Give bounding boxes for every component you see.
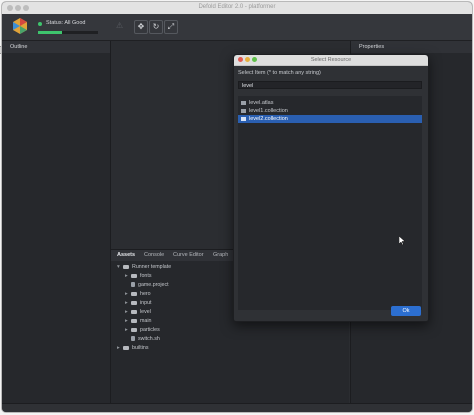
tree-item-label: Runner template (132, 264, 172, 270)
dialog-title-bar: Select Resource (234, 55, 428, 66)
tree-item-label: particles (140, 327, 160, 333)
dialog-instruction: Select Item (* to match any string) (238, 70, 321, 76)
tree-item-label: input (140, 300, 152, 306)
warning-icon[interactable]: ⚠ (116, 21, 125, 30)
status-bar (2, 403, 472, 412)
tree-item-fonts[interactable]: ▸ fonts (125, 272, 245, 281)
tree-item-runner-template[interactable]: ▾ Runner template (117, 263, 237, 272)
folder-icon (131, 327, 137, 332)
collection-icon (241, 108, 246, 113)
progress-fill (38, 31, 62, 34)
result-item-level2-collection[interactable]: level2.collection (238, 115, 422, 123)
folder-icon (131, 300, 137, 305)
mouse-cursor-icon (399, 236, 405, 245)
build-progress-bar (38, 31, 98, 34)
tree-item-input[interactable]: ▸ input (125, 299, 245, 308)
tree-item-switch-sh[interactable]: switch.sh (131, 335, 251, 344)
tree-item-label: switch.sh (138, 336, 160, 342)
window-title: Defold Editor 2.0 - platformer (198, 4, 276, 10)
tree-item-label: hero (140, 291, 151, 297)
toolbar: Status: All Good ⚠ ✥ ↻ ⤢ (2, 14, 472, 41)
tree-item-label: builtins (132, 345, 149, 351)
result-label: level2.collection (249, 116, 288, 122)
tree-item-level[interactable]: ▸ level (125, 308, 245, 317)
tree-item-particles[interactable]: ▸ particles (125, 326, 245, 335)
tree-item-builtins[interactable]: ▸ builtins (117, 344, 237, 353)
defold-logo-icon (13, 18, 27, 34)
tab-graph[interactable]: Graph (213, 252, 228, 258)
outline-header[interactable]: Outline (2, 41, 110, 53)
folder-icon (131, 273, 137, 278)
dialog-title: Select Resource (310, 57, 352, 63)
scale-tool-icon[interactable]: ⤢ (164, 20, 178, 34)
file-icon (131, 282, 135, 288)
move-tool-icon[interactable]: ✥ (134, 20, 148, 34)
resource-filter-input[interactable]: level (238, 81, 422, 89)
properties-title: Properties (359, 44, 385, 50)
tree-item-label: fonts (140, 273, 152, 279)
outline-panel: Outline (2, 41, 111, 403)
resource-results-list: level.atlas level1.collection level2.col… (238, 96, 422, 310)
tree-item-main[interactable]: ▸ main (125, 317, 245, 326)
tab-console[interactable]: Console (144, 252, 164, 258)
tab-assets[interactable]: Assets (117, 252, 135, 258)
result-label: level1.collection (249, 108, 288, 114)
select-resource-dialog: Select Resource Select Item (* to match … (233, 54, 429, 322)
rotate-tool-icon[interactable]: ↻ (149, 20, 163, 34)
status-dot (38, 22, 42, 26)
outline-title: Outline (10, 44, 28, 50)
result-item-level-atlas[interactable]: level.atlas (238, 99, 422, 107)
result-label: level.atlas (249, 100, 274, 106)
folder-icon (131, 291, 137, 296)
result-item-level1-collection[interactable]: level1.collection (238, 107, 422, 115)
collection-icon (241, 116, 246, 121)
status-text: Status: All Good (46, 20, 86, 26)
atlas-icon (241, 100, 246, 105)
folder-icon (131, 318, 137, 323)
tree-item-label: main (140, 318, 152, 324)
folder-icon (123, 264, 129, 269)
tab-curve-editor[interactable]: Curve Editor (173, 252, 204, 258)
status-indicator: Status: All Good (38, 20, 122, 36)
tree-item-label: game.project (138, 282, 169, 288)
folder-icon (123, 345, 129, 350)
folder-icon (131, 309, 137, 314)
properties-header[interactable]: Properties (351, 41, 472, 53)
ok-button[interactable]: Ok (391, 306, 421, 316)
file-icon (131, 336, 135, 342)
tree-item-label: level (140, 309, 151, 315)
tree-item-hero[interactable]: ▸ hero (125, 290, 245, 299)
